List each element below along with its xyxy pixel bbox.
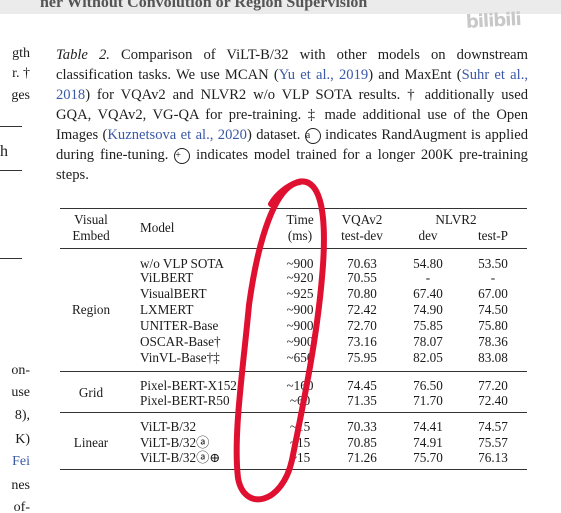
table-cell-dev: 67.40 xyxy=(413,286,443,301)
header-visual-embed: Embed xyxy=(72,228,110,243)
table-cell-dev: 76.50 xyxy=(413,378,443,393)
table-cell-dev: 82.05 xyxy=(413,350,443,365)
header-visual-embed: Visual xyxy=(74,212,108,227)
table-cell-model: Pixel-BERT-R50 xyxy=(140,393,230,408)
table-cell-dev: 75.70 xyxy=(413,450,443,465)
caption-label: Table 2. xyxy=(56,47,110,63)
table-cell-model: VisualBERT xyxy=(140,286,207,301)
paper-page: ner Without Convolution or Region Superv… xyxy=(0,0,561,513)
table-cell-time: ~650 xyxy=(286,350,314,365)
table-cell-test: - xyxy=(490,270,496,285)
table-cell-test: 74.50 xyxy=(478,302,508,317)
table-cell-vqa: 71.26 xyxy=(347,450,377,465)
table-cell-model: ViLBERT xyxy=(140,270,194,285)
header-time: (ms) xyxy=(287,228,313,243)
table-bottom-rule xyxy=(60,469,527,470)
table-cell-vqa: 70.55 xyxy=(347,270,377,285)
table-cell-test: 75.80 xyxy=(478,318,508,333)
table-cell-model: ViLT-B/32ⓐ⊕ xyxy=(140,450,221,465)
table-cell-vqa: 70.33 xyxy=(347,419,377,434)
table-cell-dev: 74.91 xyxy=(413,435,443,450)
left-column-text: gth xyxy=(12,46,30,61)
table-cell-model: UNITER-Base xyxy=(140,318,219,333)
left-rule-middle xyxy=(0,170,22,171)
table-cell-time: ~925 xyxy=(286,286,314,301)
table-cell-time: ~900 xyxy=(286,318,314,333)
left-column-fragment: h gth r. † ges on-use 8), K) Fei nes of- xyxy=(0,0,30,513)
table-cell-test: 76.13 xyxy=(478,450,508,465)
table-cell-dev: 74.41 xyxy=(413,419,443,434)
table-cell-dev: 78.07 xyxy=(413,334,443,349)
table-cell-time: ~60 xyxy=(289,393,311,408)
group-rule xyxy=(60,412,527,413)
table-cell-vqa: 74.45 xyxy=(347,378,377,393)
table-cell-vqa: 70.80 xyxy=(347,286,377,301)
table-cell-dev: 71.70 xyxy=(413,393,443,408)
header-nlvr2-dev: dev xyxy=(418,228,438,243)
table-cell-dev: - xyxy=(425,270,431,285)
header-time: Time xyxy=(286,212,314,227)
left-column-text: r. † xyxy=(12,66,30,81)
table-cell-vqa: 72.70 xyxy=(347,318,377,333)
left-column-text: on- xyxy=(11,363,30,378)
circled-a-icon: a xyxy=(304,128,321,144)
table-cell-model: ViLT-B/32 xyxy=(140,419,197,434)
table-cell-test: 74.57 xyxy=(478,419,508,434)
table-cell-model: VinVL-Base†‡ xyxy=(140,350,220,365)
table-cell-vqa: 71.35 xyxy=(347,393,377,408)
header-nlvr2-test: test-P xyxy=(477,228,509,243)
table-cell-test: 77.20 xyxy=(478,378,508,393)
table-cell-test: 75.57 xyxy=(478,435,508,450)
table-cell-dev: 74.90 xyxy=(413,302,443,317)
table-cell-model: Pixel-BERT-X152 xyxy=(140,378,237,393)
header-vqav2: test-dev xyxy=(341,228,383,243)
left-column-text: nes xyxy=(11,478,30,493)
header-rule xyxy=(60,248,527,249)
table-cell-time: ~920 xyxy=(286,270,314,285)
left-column-text[interactable]: Fei xyxy=(12,454,30,470)
table-cell-vqa: 70.85 xyxy=(347,435,377,450)
left-column-text: ges xyxy=(11,88,30,103)
table-caption: Table 2. Comparison of ViLT-B/32 with ot… xyxy=(56,47,528,183)
table-cell-model: LXMERT xyxy=(140,302,194,317)
table-cell-dev: 75.85 xyxy=(413,318,443,333)
table-cell-model: OSCAR-Base† xyxy=(140,334,221,349)
header-model: Model xyxy=(140,220,175,235)
citation-link[interactable]: Yu et al., 2019 xyxy=(279,67,368,83)
table-cell-time: ~160 xyxy=(286,378,314,393)
left-column-text: 8), xyxy=(14,408,30,423)
table-cell-time: ~15 xyxy=(289,435,311,450)
table-cell-time: ~15 xyxy=(289,419,311,434)
table-cell-vqa: 75.95 xyxy=(347,350,377,365)
group-rule xyxy=(60,371,527,372)
circled-plus-icon: + xyxy=(174,148,191,164)
table-cell-time: ~15 xyxy=(289,450,311,465)
table-cell-time: ~900 xyxy=(286,302,314,317)
group-label: Linear xyxy=(73,435,109,450)
table-cell-test: 67.00 xyxy=(478,286,508,301)
table-cell-test: 78.36 xyxy=(478,334,508,349)
table-cell-time: ~900 xyxy=(286,334,314,349)
header-vqav2: VQAv2 xyxy=(341,212,383,227)
table-cell-test: 83.08 xyxy=(478,350,508,365)
table-cell-model: ViLT-B/32ⓐ xyxy=(140,435,210,450)
table-cell-test: 72.40 xyxy=(478,393,508,408)
table-cell-vqa: 72.42 xyxy=(347,302,377,317)
header-nlvr2: NLVR2 xyxy=(435,212,477,227)
group-label: Region xyxy=(71,302,111,317)
citation-link[interactable]: Kuznetsova et al., 2020 xyxy=(107,127,247,143)
left-box-text: h xyxy=(0,143,8,160)
left-column-text: use xyxy=(11,385,30,400)
left-column-text: K) xyxy=(15,432,30,447)
left-column-text: of- xyxy=(13,500,30,513)
table-top-rule xyxy=(60,208,527,209)
group-label: Grid xyxy=(78,385,104,400)
left-rule-top xyxy=(0,126,22,127)
left-rule-bottom xyxy=(0,258,22,259)
table-cell-vqa: 73.16 xyxy=(347,334,377,349)
bilibili-watermark: bilibili xyxy=(465,8,522,33)
